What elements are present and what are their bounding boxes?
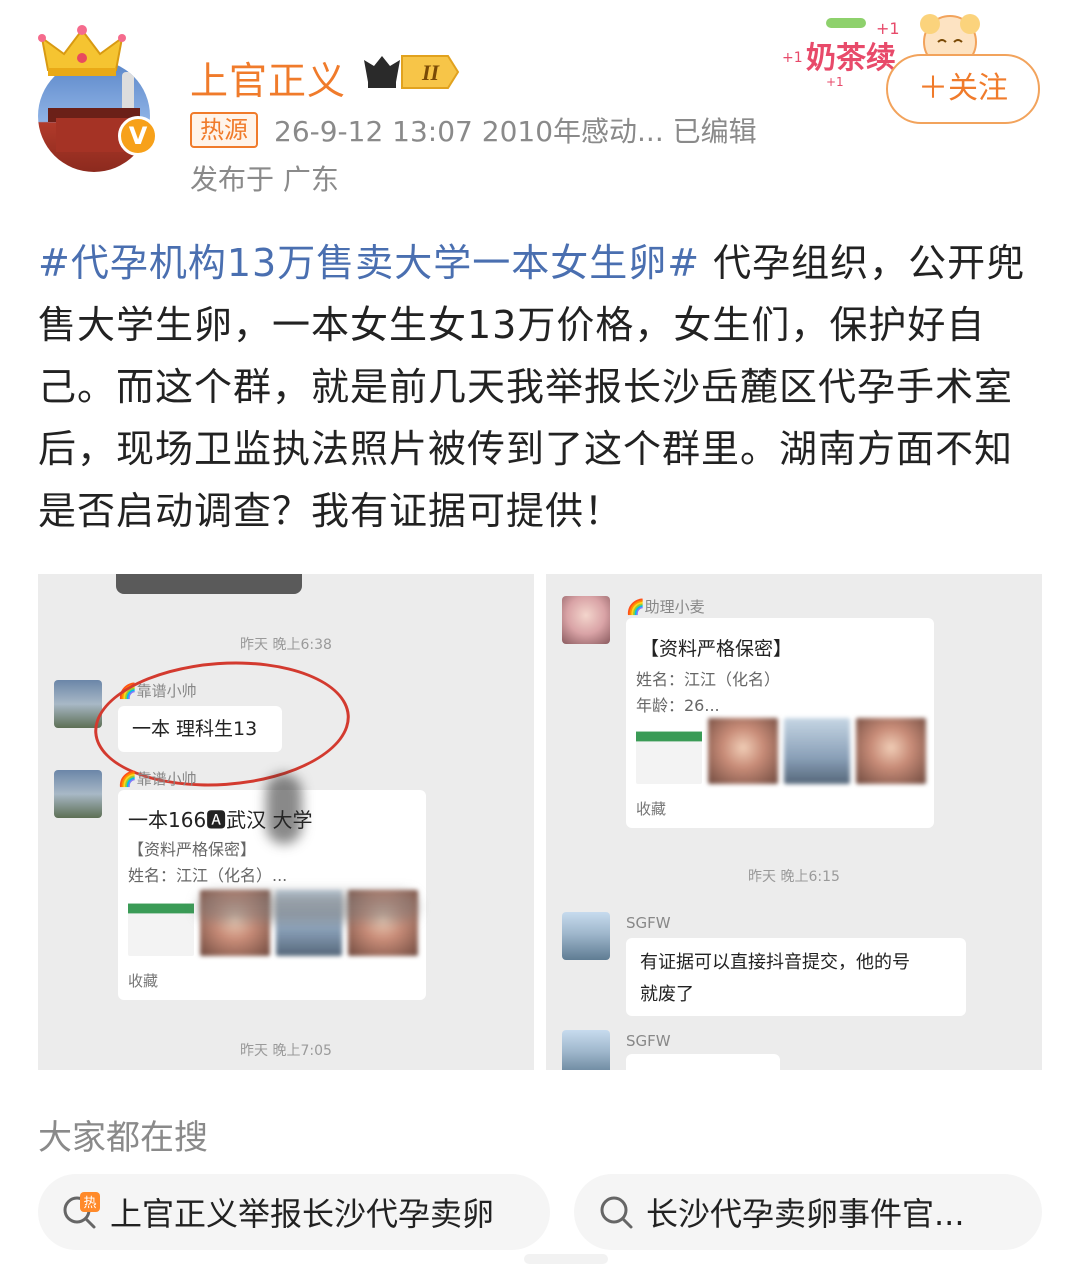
chat-avatar [562, 1030, 610, 1070]
redaction-smear [266, 774, 302, 844]
post-meta-row: 热源 26-9-12 13:07 2010年感动... 已编辑 [190, 110, 757, 150]
thumbnail [128, 890, 194, 956]
thumbnail [856, 718, 926, 784]
profile-card: 【资料严格保密】 姓名：江江（化名） 年龄：26... 收藏 [626, 618, 934, 828]
horizontal-scrollbar[interactable] [524, 1254, 608, 1264]
post-meta: 26-9-12 13:07 2010年感动... 已编辑 [274, 115, 757, 148]
post-image-right[interactable]: 🌈助理小麦 【资料严格保密】 姓名：江江（化名） 年龄：26... 收藏 昨天 … [546, 574, 1042, 1070]
level-text: II [421, 60, 441, 85]
card-fav: 收藏 [636, 800, 667, 818]
chat-avatar [54, 770, 102, 818]
trending-search-label: 长沙代孕卖卵事件官... [646, 1195, 965, 1233]
chat-sender: SGFW [626, 914, 671, 932]
svg-text:+1: +1 [876, 19, 900, 38]
thumbnail [784, 718, 850, 784]
card-line: 姓名：江江（化名） [636, 670, 781, 689]
svg-text:+1: +1 [826, 75, 844, 89]
card-fav: 收藏 [128, 972, 159, 990]
hot-search-icon: 热 [60, 1192, 100, 1232]
sticker-text: 奶茶续 [806, 41, 896, 76]
chat-bubble-line: 就废了 [640, 984, 694, 1005]
post-image-left[interactable]: 昨天 晚上6:38 🌈靠谱小帅 一本 理科生13 🌈靠谱小帅 一本166🅰武汉 … [38, 574, 534, 1070]
level-badge-icon[interactable]: II [360, 52, 460, 92]
redaction-smear [198, 892, 418, 922]
post-text: #代孕机构13万售卖大学一本女生卵# 代孕组织，公开兜售大学生卵，一本女生女13… [38, 232, 1042, 542]
follow-label: 关注 [948, 71, 1008, 106]
chat-bubble: 有证据可以直接抖音提交，他的号 就废了 [626, 938, 966, 1016]
trending-search-label: 上官正义举报长沙代孕卖卵 [110, 1195, 495, 1233]
chat-bubble-cropped [626, 1054, 780, 1070]
follow-button[interactable]: ＋关注 [886, 54, 1040, 124]
plus-icon: ＋ [918, 71, 948, 106]
thumbnail [636, 718, 702, 784]
timestamp: 昨天 晚上6:38 [240, 637, 332, 653]
crown-icon [38, 25, 126, 76]
card-thumbnails [636, 718, 926, 784]
card-line: 【资料严格保密】 [128, 840, 257, 859]
svg-text:+1: +1 [782, 50, 803, 66]
source-tag[interactable]: 热源 [190, 112, 258, 148]
user-avatar-area[interactable]: V [34, 24, 164, 172]
chat-sender: SGFW [626, 1032, 671, 1050]
hashtag-link[interactable]: #代孕机构13万售卖大学一本女生卵# [38, 241, 700, 285]
timestamp: 昨天 晚上6:15 [748, 869, 840, 885]
card-title: 【资料严格保密】 [640, 638, 793, 660]
chat-avatar [562, 912, 610, 960]
chat-bubble-line: 有证据可以直接抖音提交，他的号 [640, 952, 910, 973]
verified-v-icon: V [118, 116, 158, 156]
chat-sender: 🌈助理小麦 [626, 598, 705, 616]
trending-search-title: 大家都在搜 [38, 1118, 208, 1158]
thumbnail [708, 718, 778, 784]
trending-search-item[interactable]: 长沙代孕卖卵事件官... [574, 1174, 1042, 1250]
trending-search-item[interactable]: 热 上官正义举报长沙代孕卖卵 [38, 1174, 550, 1250]
cropped-bubble [116, 574, 302, 594]
card-line: 年龄：26... [636, 696, 720, 715]
chat-sender: 🌈靠谱小帅 [118, 770, 197, 788]
search-icon [596, 1192, 636, 1232]
svg-text:热: 热 [83, 1196, 96, 1211]
post-location: 发布于 广东 [190, 163, 339, 196]
timestamp: 昨天 晚上7:05 [240, 1043, 332, 1059]
chat-avatar [562, 596, 610, 644]
card-line: 姓名：江江（化名）... [128, 866, 288, 885]
username[interactable]: 上官正义 [190, 50, 346, 105]
